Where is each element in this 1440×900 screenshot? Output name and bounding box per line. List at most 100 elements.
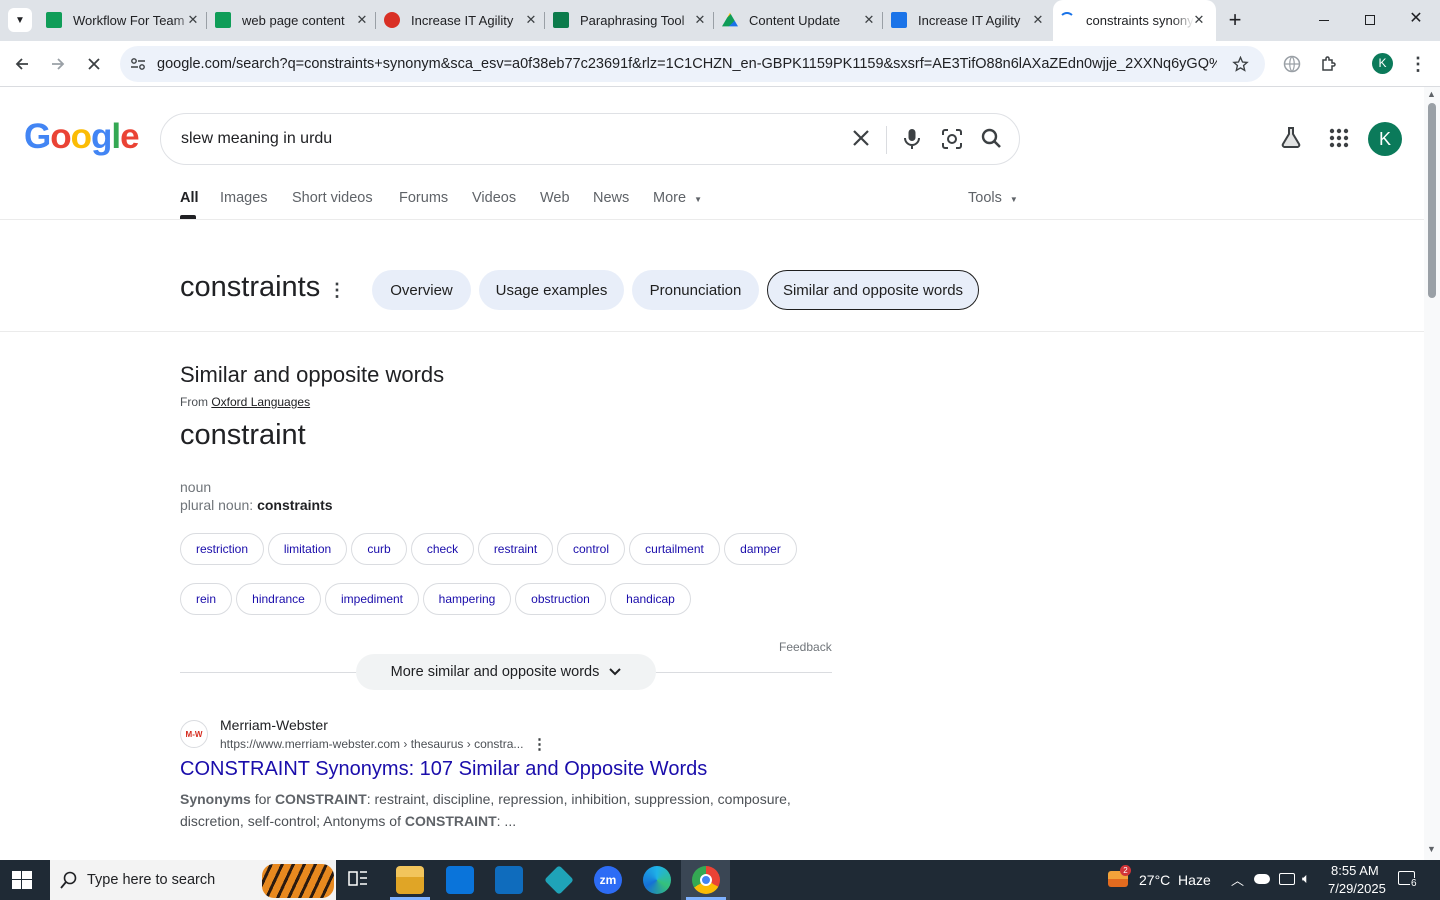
windows-taskbar: Type here to search zm 2 27°C Haze ︿ 🔈︎ … xyxy=(0,860,1440,900)
scrollbar-thumb[interactable] xyxy=(1428,103,1436,298)
tab-all[interactable]: All xyxy=(180,190,199,206)
sheets-icon xyxy=(215,12,231,28)
synonym-chip[interactable]: curb xyxy=(351,533,407,565)
tab-images[interactable]: Images xyxy=(220,190,268,206)
start-button[interactable] xyxy=(12,871,34,889)
scroll-up-icon[interactable]: ▲ xyxy=(1427,89,1436,99)
result-options-button[interactable]: ⋮ xyxy=(532,735,547,753)
microsoft-store-icon[interactable] xyxy=(446,866,474,894)
tab-news[interactable]: News xyxy=(593,190,629,206)
synonym-chip[interactable]: curtailment xyxy=(629,533,720,565)
result-title-link[interactable]: CONSTRAINT Synonyms: 107 Similar and Opp… xyxy=(180,758,707,781)
account-avatar[interactable]: K xyxy=(1368,122,1402,156)
back-button[interactable] xyxy=(8,50,36,78)
bookmark-star-icon[interactable] xyxy=(1232,56,1249,72)
close-icon[interactable]: ✕ xyxy=(860,11,878,29)
pill-similar-opposite[interactable]: Similar and opposite words xyxy=(767,270,979,310)
edge-icon[interactable] xyxy=(643,866,671,894)
synonym-chip[interactable]: restriction xyxy=(180,533,264,565)
clear-search-button[interactable] xyxy=(851,128,875,152)
new-tab-button[interactable]: + xyxy=(1222,8,1248,34)
tab-increase-it-agility[interactable]: Increase IT Agility ✕ xyxy=(378,0,546,41)
pill-overview[interactable]: Overview xyxy=(372,270,471,310)
extensions-button[interactable] xyxy=(1315,50,1343,78)
synonym-chip[interactable]: restraint xyxy=(478,533,553,565)
oxford-languages-link[interactable]: Oxford Languages xyxy=(211,395,310,409)
notification-center-button[interactable]: 6 xyxy=(1398,870,1420,890)
scroll-down-icon[interactable]: ▼ xyxy=(1427,844,1436,854)
google-apps-button[interactable] xyxy=(1329,128,1353,152)
result-url[interactable]: https://www.merriam-webster.com › thesau… xyxy=(220,737,523,751)
translate-button[interactable] xyxy=(1278,50,1306,78)
tab-search-button[interactable]: ▼ xyxy=(8,8,32,32)
pill-usage-examples[interactable]: Usage examples xyxy=(479,270,624,310)
search-labs-button[interactable] xyxy=(1280,126,1306,152)
tab-short-videos[interactable]: Short videos xyxy=(292,190,373,206)
synonym-chip[interactable]: handicap xyxy=(610,583,691,615)
profile-avatar[interactable]: K xyxy=(1372,53,1393,74)
volume-icon[interactable]: 🔈︎ xyxy=(1302,870,1310,887)
tab-constraints-synonym[interactable]: constraints synonym ✕ xyxy=(1053,0,1216,41)
close-icon[interactable]: ✕ xyxy=(353,11,371,29)
word-options-button[interactable]: ⋮ xyxy=(328,280,346,302)
window-close-button[interactable]: ✕ xyxy=(1402,8,1430,32)
tab-workflow[interactable]: Workflow For Team ✕ xyxy=(40,0,208,41)
clock-time[interactable]: 8:55 AM xyxy=(1331,863,1379,878)
tab-videos[interactable]: Videos xyxy=(472,190,516,206)
synonym-chip[interactable]: control xyxy=(557,533,625,565)
tab-paraphrasing-tool[interactable]: Paraphrasing Tool ✕ xyxy=(547,0,715,41)
chevron-up-icon[interactable]: ︿ xyxy=(1231,870,1244,889)
voice-search-button[interactable] xyxy=(902,128,926,152)
synonym-chip[interactable]: impediment xyxy=(325,583,419,615)
taskbar-search[interactable]: Type here to search xyxy=(50,860,336,900)
search-submit-button[interactable] xyxy=(981,128,1005,152)
chrome-icon[interactable] xyxy=(692,866,720,894)
site-info-icon[interactable] xyxy=(130,57,146,71)
close-icon[interactable]: ✕ xyxy=(691,11,709,29)
synonym-chip[interactable]: check xyxy=(411,533,474,565)
task-view-icon xyxy=(348,871,367,886)
close-icon[interactable]: ✕ xyxy=(184,11,202,29)
tab-web-page-content[interactable]: web page content ✕ xyxy=(209,0,377,41)
result-site-name[interactable]: Merriam-Webster xyxy=(220,717,328,733)
synonym-chip[interactable]: hampering xyxy=(423,583,511,615)
search-input[interactable]: slew meaning in urdu xyxy=(181,130,332,148)
restore-button[interactable] xyxy=(1356,10,1384,30)
synonym-chip[interactable]: rein xyxy=(180,583,232,615)
network-icon[interactable] xyxy=(1279,873,1295,885)
close-icon[interactable]: ✕ xyxy=(522,11,540,29)
app-diamond-icon[interactable] xyxy=(544,865,574,895)
tab-increase-it-agility-doc[interactable]: Increase IT Agility ✕ xyxy=(885,0,1053,41)
merriam-webster-favicon[interactable]: M-W xyxy=(180,720,208,748)
close-icon[interactable]: ✕ xyxy=(1029,11,1047,29)
browser-menu-button[interactable]: ⋮ xyxy=(1404,50,1432,78)
synonym-chip[interactable]: limitation xyxy=(268,533,347,565)
pill-pronunciation[interactable]: Pronunciation xyxy=(632,270,759,310)
stop-button[interactable] xyxy=(80,50,108,78)
close-icon[interactable]: ✕ xyxy=(1190,11,1208,29)
synonym-chip[interactable]: damper xyxy=(724,533,797,565)
feedback-link[interactable]: Feedback xyxy=(779,640,832,654)
tools-button[interactable]: Tools ▼ xyxy=(968,190,1018,206)
tab-forums[interactable]: Forums xyxy=(399,190,448,206)
synonym-chip[interactable]: hindrance xyxy=(236,583,321,615)
minimize-button[interactable] xyxy=(1310,10,1338,30)
onedrive-icon[interactable] xyxy=(1254,874,1270,884)
mail-icon[interactable] xyxy=(495,866,523,894)
address-bar[interactable]: google.com/search?q=constraints+synonym&… xyxy=(120,46,1265,82)
google-logo[interactable]: Google xyxy=(24,117,140,157)
file-explorer-icon[interactable] xyxy=(396,866,424,894)
zoom-icon[interactable]: zm xyxy=(594,866,622,894)
forward-button[interactable] xyxy=(44,50,72,78)
lens-search-button[interactable] xyxy=(941,128,965,152)
tab-more[interactable]: More ▼ xyxy=(653,190,702,206)
tab-content-update[interactable]: Content Update ✕ xyxy=(716,0,884,41)
notification-count: 6 xyxy=(1410,878,1418,889)
task-view-button[interactable] xyxy=(348,870,370,890)
clock-date[interactable]: 7/29/2025 xyxy=(1328,881,1386,896)
weather-widget[interactable]: 2 27°C Haze xyxy=(1106,865,1216,892)
synonym-chip[interactable]: obstruction xyxy=(515,583,606,615)
tab-web[interactable]: Web xyxy=(540,190,570,206)
more-similar-words-button[interactable]: More similar and opposite words xyxy=(356,654,656,690)
search-box[interactable]: slew meaning in urdu xyxy=(160,113,1020,165)
